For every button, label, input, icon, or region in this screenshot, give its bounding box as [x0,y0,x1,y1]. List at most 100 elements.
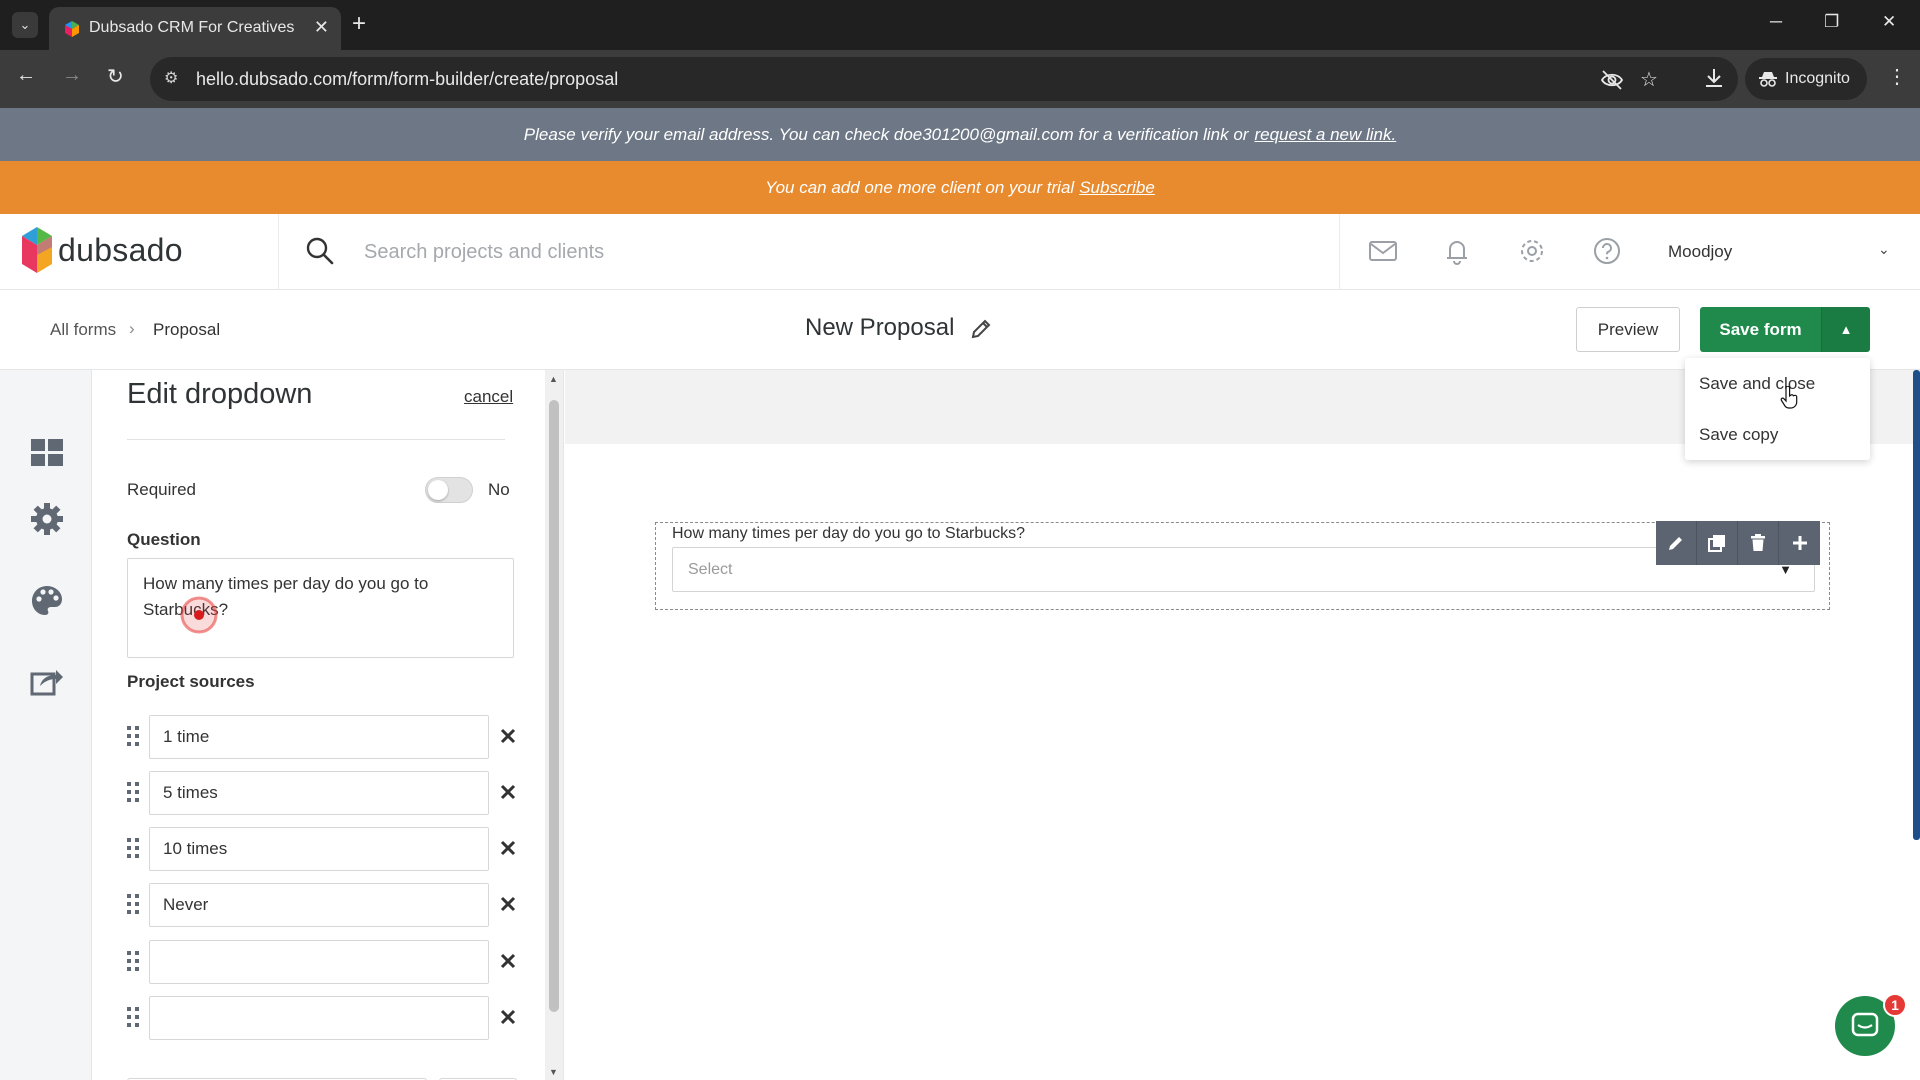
question-label: Question [127,530,201,549]
dubsado-logo-icon[interactable] [22,227,52,273]
drag-handle-icon[interactable] [127,950,139,972]
incognito-button[interactable]: Incognito [1745,58,1867,100]
share-export-icon[interactable] [30,664,64,698]
chat-notification-badge: 1 [1883,993,1907,1017]
trash-icon [1751,534,1765,551]
plus-icon [1792,536,1807,550]
cancel-link[interactable]: cancel [464,387,513,407]
required-value: No [488,480,510,499]
form-title[interactable]: New Proposal [805,314,954,342]
browser-tab-bar: ⌄ Dubsado CRM For Creatives ✕ + ─ ❐ ✕ [0,0,1920,50]
panel-scroll-thumb[interactable] [549,400,559,1012]
option-row [127,996,527,1040]
drag-handle-icon[interactable] [127,781,139,803]
settings-gear-icon[interactable] [1517,236,1547,266]
notifications-bell-icon[interactable] [1442,236,1472,266]
search-bar [278,214,1340,290]
save-form-button[interactable]: Save form [1700,307,1821,352]
download-icon[interactable] [1703,67,1725,89]
back-icon[interactable]: ← [16,64,36,87]
option-input[interactable] [149,827,489,871]
tab-search-button[interactable]: ⌄ [12,12,38,38]
address-bar[interactable]: ⚙ hello.dubsado.com/form/form-builder/cr… [150,57,1738,101]
remove-option-icon[interactable] [499,1008,517,1026]
toggle-knob [428,480,448,500]
search-input[interactable] [364,234,1264,270]
click-indicator-icon [180,596,218,634]
option-input[interactable] [149,996,489,1040]
scroll-down-icon[interactable]: ▼ [549,1067,558,1077]
preview-button[interactable]: Preview [1576,307,1680,352]
field-select-dropdown[interactable]: Select ▼ [672,547,1815,592]
trial-banner-text: You can add one more client on your tria… [765,177,1075,197]
remove-option-icon[interactable] [499,839,517,857]
theme-palette-icon[interactable] [30,584,64,618]
remove-option-icon[interactable] [499,783,517,801]
chevron-down-icon[interactable]: ⌄ [1878,241,1890,258]
remove-option-icon[interactable] [499,895,517,913]
drag-handle-icon[interactable] [127,893,139,915]
elements-grid-icon[interactable] [30,436,64,470]
user-menu-name[interactable]: Moodjoy [1668,242,1732,262]
remove-option-icon[interactable] [499,952,517,970]
browser-toolbar: ← → ↻ ⚙ hello.dubsado.com/form/form-buil… [0,50,1920,108]
eye-off-icon[interactable] [1600,69,1624,91]
dubsado-favicon-icon [65,21,79,37]
dropdown-field-block[interactable]: How many times per day do you go to Star… [655,521,1830,610]
window-close-icon[interactable]: ✕ [1882,12,1896,32]
option-row [127,940,527,984]
drag-handle-icon[interactable] [127,1006,139,1028]
panel-title: Edit dropdown [127,378,313,410]
form-settings-gear-icon[interactable] [30,502,64,536]
canvas-scrollbar[interactable] [1913,370,1920,840]
trial-banner: You can add one more client on your tria… [0,161,1920,214]
help-icon[interactable] [1592,236,1622,266]
option-input[interactable] [149,715,489,759]
scroll-up-icon[interactable]: ▲ [549,374,558,384]
form-canvas: How many times per day do you go to Star… [565,370,1920,1080]
remove-option-icon[interactable] [499,727,517,745]
browser-menu-icon[interactable]: ⋮ [1887,64,1907,89]
breadcrumb-chevron-icon: › [129,319,135,338]
forward-icon[interactable]: → [62,64,82,87]
bookmark-star-icon[interactable]: ☆ [1640,67,1658,92]
tab-title: Dubsado CRM For Creatives [89,19,295,36]
edit-dropdown-panel: Edit dropdown cancel Required No Questio… [92,370,564,1080]
option-input[interactable] [149,940,489,984]
search-icon[interactable] [305,236,335,266]
subscribe-link[interactable]: Subscribe [1079,178,1155,198]
save-options-toggle[interactable]: ▲ [1821,307,1870,352]
minimize-icon[interactable]: ─ [1770,12,1782,32]
brand-name[interactable]: dubsado [58,232,183,269]
duplicate-field-button[interactable] [1697,521,1738,565]
drag-handle-icon[interactable] [127,837,139,859]
option-row [127,715,527,759]
mail-icon[interactable] [1368,236,1398,266]
edit-field-button[interactable] [1656,521,1697,565]
request-new-link[interactable]: request a new link. [1254,125,1396,145]
verify-banner-text: Please verify your email address. You ca… [523,124,1249,144]
new-tab-icon[interactable]: + [352,10,366,38]
site-info-icon[interactable]: ⚙ [164,68,178,88]
reload-icon[interactable]: ↻ [107,64,124,89]
option-input[interactable] [149,771,489,815]
add-field-button[interactable] [1779,521,1820,565]
required-label: Required [127,480,196,499]
breadcrumb-all-forms[interactable]: All forms [50,320,116,340]
browser-tab[interactable]: Dubsado CRM For Creatives ✕ [49,7,341,50]
option-row [127,771,527,815]
url-text: hello.dubsado.com/form/form-builder/crea… [196,69,619,89]
form-builder-header: All forms › Proposal New Proposal Previe… [0,290,1920,370]
option-input[interactable] [149,883,489,927]
save-copy-item[interactable]: Save copy [1699,425,1778,445]
field-question-label: How many times per day do you go to Star… [672,525,1026,542]
drag-handle-icon[interactable] [127,725,139,747]
verify-email-banner: Please verify your email address. You ca… [0,108,1920,161]
required-toggle[interactable] [425,477,473,503]
tab-close-icon[interactable]: ✕ [314,17,329,38]
edit-title-pencil-icon[interactable] [970,318,992,340]
restore-icon[interactable]: ❐ [1824,12,1839,32]
panel-scrollbar[interactable]: ▲ ▼ [545,370,563,1080]
delete-field-button[interactable] [1738,521,1779,565]
chat-bubble-icon [1851,1012,1879,1037]
